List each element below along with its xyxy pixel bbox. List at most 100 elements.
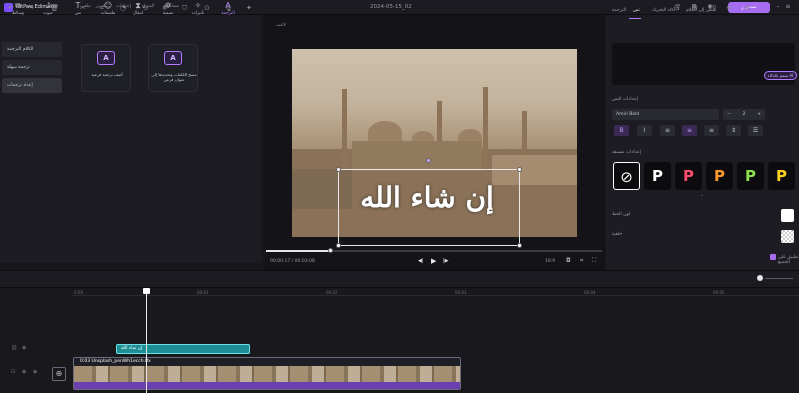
zoom-out-icon[interactable]: ⊖ xyxy=(744,4,750,12)
tick-label: 00:03 xyxy=(455,290,467,295)
nav-subtitle-settings[interactable]: إعداد ترجمات xyxy=(2,78,62,93)
video-clip[interactable]: 0:03 Unsplash_penWh1ecch.ffx xyxy=(73,357,461,390)
preset-none-icon[interactable]: ⊘ xyxy=(613,162,640,190)
undo-icon[interactable]: ↶ xyxy=(8,4,14,12)
prev-frame-icon[interactable]: ◀| xyxy=(418,258,424,264)
tick-label: 00:05 xyxy=(713,290,725,295)
font-color-label: لون الخط xyxy=(612,212,631,217)
background-color-swatch[interactable] xyxy=(781,230,794,243)
playhead[interactable] xyxy=(146,288,147,393)
card-label: أضف ترجمة فرعية xyxy=(91,72,123,77)
current-time: 00:00:17 xyxy=(270,259,291,264)
zoom-knob[interactable] xyxy=(757,275,763,281)
playhead-handle[interactable] xyxy=(143,288,150,294)
track-visible-icon[interactable]: ◉ xyxy=(22,345,26,351)
align-right-icon[interactable]: ≡ xyxy=(704,125,719,136)
preview-label: لاعب xyxy=(276,23,286,28)
font-name: Amiri Bold xyxy=(616,112,640,117)
audio-wave-icon[interactable]: ≋ xyxy=(726,4,732,12)
aspect-ratio[interactable]: 16:9 xyxy=(545,259,555,264)
tab-subtitle[interactable]: الترجمة xyxy=(612,8,626,13)
fullscreen-icon[interactable]: ⛶ xyxy=(592,257,596,265)
tab-ai-animation[interactable]: ذكاء التحريك xyxy=(652,8,675,13)
preset-white[interactable]: P xyxy=(644,162,671,190)
apply-all-checkbox[interactable] xyxy=(770,254,776,260)
rotate-handle[interactable] xyxy=(426,158,431,163)
link-icon[interactable]: ⊞ xyxy=(692,4,698,12)
subtitle-caption[interactable]: إن شاء الله xyxy=(318,181,536,214)
freeze-icon[interactable]: ❄ xyxy=(162,4,168,12)
ai-tool-icon[interactable]: ✦ xyxy=(246,4,252,12)
scan-subtitle-card[interactable]: A مسح الكلمات وتحديدها إلى عنوان فرعي xyxy=(148,44,198,92)
play-icon[interactable]: ▶ xyxy=(431,257,436,265)
marker-icon[interactable]: ⛉ xyxy=(182,4,187,13)
add-subtitle-card[interactable]: A أضف ترجمة فرعية xyxy=(81,44,131,92)
split-icon[interactable]: ✂ xyxy=(80,4,86,12)
minimize-icon[interactable]: – xyxy=(774,3,782,11)
align-center-icon[interactable]: ≡ xyxy=(682,125,697,136)
total-time: 00:03:08 xyxy=(294,259,315,264)
font-select[interactable]: Amiri Bold xyxy=(612,109,719,120)
increase-icon[interactable]: + xyxy=(757,112,761,117)
add-media-icon[interactable]: ⊕ xyxy=(52,367,66,381)
preview-quality-icon[interactable]: ◫ xyxy=(710,4,717,12)
align-left-icon[interactable]: ≡ xyxy=(660,125,675,136)
crop-icon[interactable]: ⌗ xyxy=(580,257,583,265)
rotate-clip-icon[interactable]: ⟲ xyxy=(142,4,148,12)
more-icon[interactable]: ≡ xyxy=(784,3,792,11)
preset-yellow[interactable]: P xyxy=(768,162,795,190)
record-icon[interactable]: ⊙ xyxy=(204,4,210,12)
delete-icon[interactable]: 🗑 xyxy=(50,4,59,12)
snapshot-icon[interactable]: ◘ xyxy=(566,257,571,264)
tool-label: نص xyxy=(74,11,82,16)
timeline-ruler[interactable] xyxy=(72,288,799,296)
expand-presets-icon[interactable]: ⌄ xyxy=(700,192,704,198)
decrease-icon[interactable]: − xyxy=(727,112,731,117)
line-height-icon[interactable]: ☰ xyxy=(748,125,763,136)
progress-knob[interactable] xyxy=(328,248,333,253)
tick-label: 00:01 xyxy=(197,290,209,295)
crop-clip-icon[interactable]: ⌗ xyxy=(100,4,104,13)
track-eye-icon[interactable]: ◉ xyxy=(33,369,37,375)
tick-label: 00:04 xyxy=(584,290,596,295)
zoom-slider[interactable] xyxy=(765,278,793,279)
clip-thumbnails xyxy=(74,366,460,382)
preset-glyph: P xyxy=(652,167,663,185)
tool-stickers[interactable]: ☺ ملصقات xyxy=(94,1,122,23)
track-lock-icon[interactable]: ⊡ xyxy=(11,369,15,375)
font-size-value: 2 xyxy=(742,112,746,117)
tool-text[interactable]: T نص xyxy=(64,1,92,23)
next-frame-icon[interactable]: |▶ xyxy=(443,258,449,264)
resize-handle[interactable] xyxy=(336,243,341,248)
snap-icon[interactable]: ⊟ xyxy=(674,4,680,12)
ai-design-button[interactable]: صمم بالذكاء AI xyxy=(764,71,797,80)
italic-button[interactable]: I xyxy=(637,125,652,136)
font-size-stepper[interactable]: − 2 + xyxy=(723,109,765,120)
timeline-toolbar xyxy=(0,270,799,288)
tab-text[interactable]: نص xyxy=(633,8,640,13)
preset-red[interactable]: P xyxy=(675,162,702,190)
time-readout: 00:00:17 / 00:03:08 xyxy=(270,259,315,264)
redo-icon[interactable]: ↷ xyxy=(28,4,34,12)
voiceover-icon[interactable]: 🎙 xyxy=(224,4,233,12)
track-link-icon[interactable]: ⛓ xyxy=(11,345,17,351)
bold-button[interactable]: B xyxy=(614,125,629,136)
tick-label: 00:02 xyxy=(326,290,338,295)
nav-easy-subtitles[interactable]: ترجمة سهلة xyxy=(2,60,62,75)
text-spacing-icon[interactable]: ⇕ xyxy=(726,125,741,136)
tool-filter[interactable]: ✲ تصفية xyxy=(154,1,182,23)
subtitle-clip[interactable]: إن شاء الله xyxy=(116,344,250,354)
active-tab-indicator xyxy=(629,18,641,19)
font-color-swatch[interactable] xyxy=(781,209,794,222)
track-mute-icon[interactable]: ◉ xyxy=(22,369,26,375)
preset-glyph: P xyxy=(776,167,787,185)
resize-handle[interactable] xyxy=(517,167,522,172)
speed-icon[interactable]: ◔ xyxy=(120,4,126,12)
resize-handle[interactable] xyxy=(336,167,341,172)
nav-speech-subtitles[interactable]: الكلام الترجمة xyxy=(2,42,62,57)
preset-orange[interactable]: P xyxy=(706,162,733,190)
apply-all-label: تطبيق على الجميع xyxy=(778,255,799,265)
preset-green[interactable]: P xyxy=(737,162,764,190)
resize-handle[interactable] xyxy=(517,243,522,248)
card-label: مسح الكلمات وتحديدها إلى عنوان فرعي xyxy=(151,72,197,82)
